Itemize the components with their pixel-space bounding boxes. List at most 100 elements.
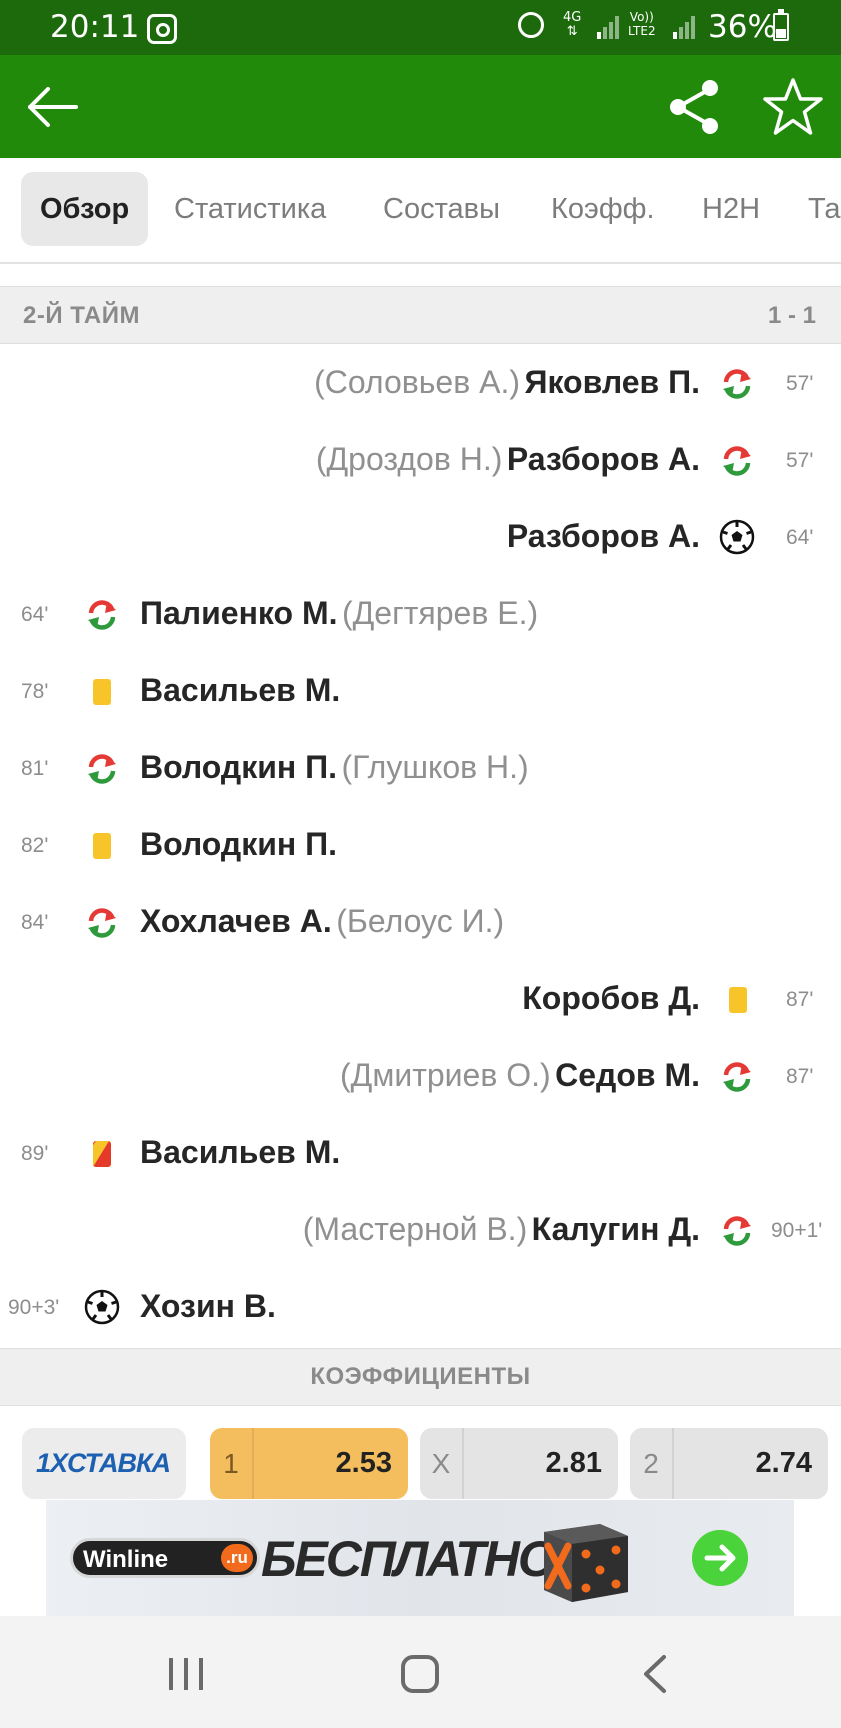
- player-name[interactable]: Володкин П.: [140, 826, 337, 862]
- player-name[interactable]: Хохлачев А.: [140, 903, 332, 939]
- odds-header-label: КОЭФФИЦИЕНТЫ: [310, 1363, 531, 1390]
- player-name[interactable]: Хозин В.: [140, 1288, 276, 1324]
- winline-brand: Winline: [83, 1546, 169, 1573]
- event-row[interactable]: 81' Володкин П. (Глушков Н.): [0, 731, 841, 808]
- event-row[interactable]: 89' Васильев М.: [0, 1116, 841, 1193]
- odds-label: X: [420, 1428, 464, 1499]
- player-name[interactable]: Седов М.: [555, 1057, 700, 1093]
- event-minute: 57': [786, 449, 814, 472]
- event-text: Разборов А.: [507, 518, 700, 555]
- player-name[interactable]: Разборов А.: [507, 518, 700, 554]
- event-row[interactable]: 64' Палиенко М. (Дегтярев Е.): [0, 577, 841, 654]
- status-bar: 20:11 4G ⇅ Vo)) LTE2 36%: [0, 0, 841, 55]
- event-row[interactable]: 87' (Дмитриев О.) Седов М.: [0, 1039, 841, 1116]
- volte-indicator: Vo)) LTE2: [628, 10, 656, 38]
- event-row[interactable]: 90+3' Хозин В.: [0, 1270, 841, 1347]
- substitution-icon: [720, 1214, 754, 1253]
- event-minute: 87': [786, 1065, 814, 1088]
- player-name[interactable]: Володкин П.: [140, 749, 337, 785]
- event-minute: 78': [21, 680, 49, 703]
- replaced-player-name[interactable]: (Соловьев А.): [314, 364, 520, 400]
- event-minute: 81': [21, 757, 49, 780]
- winline-logo: Winline .ru: [70, 1538, 260, 1578]
- odds-label: 1: [210, 1428, 254, 1499]
- event-text: Васильев М.: [140, 672, 340, 709]
- winline-suffix: .ru: [221, 1544, 253, 1572]
- odds-header: КОЭФФИЦИЕНТЫ: [0, 1348, 841, 1406]
- back-arrow-icon[interactable]: [22, 77, 82, 137]
- substitution-icon: [720, 1060, 754, 1099]
- event-row[interactable]: 87' Коробов Д.: [0, 962, 841, 1039]
- event-row[interactable]: 57' (Дроздов Н.) Разборов А.: [0, 423, 841, 500]
- odds-label: 2: [630, 1428, 674, 1499]
- yellow-card-icon: [728, 986, 748, 1019]
- back-nav-icon[interactable]: [640, 1654, 670, 1694]
- network-type-label: 4G: [563, 10, 582, 25]
- tab-odds[interactable]: Коэфф.: [551, 172, 655, 246]
- half-score: 1 - 1: [767, 302, 816, 329]
- goal-ball-icon: [84, 1289, 120, 1330]
- player-name[interactable]: Разборов А.: [507, 441, 700, 477]
- odds-value: 2.53: [335, 1447, 392, 1479]
- event-text: Васильев М.: [140, 1134, 340, 1171]
- event-minute: 89': [21, 1142, 49, 1165]
- goal-ball-icon: [719, 519, 755, 560]
- odds-value: 2.74: [755, 1447, 812, 1479]
- player-name[interactable]: Палиенко М.: [140, 595, 338, 631]
- ad-banner[interactable]: Winline .ru БЕСПЛАТНО: [46, 1500, 794, 1616]
- player-name[interactable]: Коробов Д.: [522, 980, 700, 1016]
- substitution-icon: [85, 906, 119, 945]
- odds-home-button[interactable]: 1 2.53: [210, 1428, 408, 1499]
- event-row[interactable]: 82' Володкин П.: [0, 808, 841, 885]
- event-text: Володкин П. (Глушков Н.): [140, 749, 529, 786]
- odds-draw-button[interactable]: X 2.81: [420, 1428, 618, 1499]
- replaced-player-name[interactable]: (Дегтярев Е.): [342, 595, 538, 631]
- tab-statistics[interactable]: Статистика: [174, 172, 326, 246]
- event-minute: 90+1': [771, 1219, 823, 1242]
- system-nav-bar: [0, 1616, 841, 1728]
- tab-table[interactable]: Та: [808, 172, 841, 246]
- dice-icon: [544, 1524, 628, 1602]
- player-name[interactable]: Васильев М.: [140, 672, 340, 708]
- tab-lineups[interactable]: Составы: [383, 172, 500, 246]
- lte-label: LTE2: [628, 24, 656, 38]
- event-minute: 82': [21, 834, 49, 857]
- event-text: (Дмитриев О.) Седов М.: [340, 1057, 700, 1094]
- player-name[interactable]: Калугин Д.: [532, 1211, 700, 1247]
- event-row[interactable]: 84' Хохлачев А. (Белоус И.): [0, 885, 841, 962]
- alarm-icon: [518, 12, 544, 38]
- event-minute: 84': [21, 911, 49, 934]
- replaced-player-name[interactable]: (Белоус И.): [336, 903, 504, 939]
- bookmaker-logo: 1XСТАВКА: [36, 1448, 171, 1478]
- tab-h2h[interactable]: H2H: [702, 172, 760, 246]
- event-row[interactable]: 64' Разборов А.: [0, 500, 841, 577]
- replaced-player-name[interactable]: (Глушков Н.): [341, 749, 528, 785]
- instagram-notification-icon: [147, 14, 177, 44]
- replaced-player-name[interactable]: (Мастерной В.): [303, 1211, 527, 1247]
- share-icon[interactable]: [664, 75, 724, 139]
- player-name[interactable]: Яковлев П.: [524, 364, 700, 400]
- replaced-player-name[interactable]: (Дроздов Н.): [316, 441, 503, 477]
- banner-text: БЕСПЛАТНО: [261, 1531, 557, 1587]
- event-row[interactable]: 57' (Соловьев А.) Яковлев П.: [0, 346, 841, 423]
- half-header: 2-Й ТАЙМ 1 - 1: [0, 286, 841, 344]
- tab-overview[interactable]: Обзор: [21, 172, 149, 246]
- volte-label: Vo)): [629, 10, 654, 24]
- odds-away-button[interactable]: 2 2.74: [630, 1428, 828, 1499]
- event-row[interactable]: 90+1' (Мастерной В.) Калугин Д.: [0, 1193, 841, 1270]
- arrow-right-icon[interactable]: [692, 1530, 748, 1586]
- battery-icon: [773, 9, 789, 41]
- home-icon[interactable]: [400, 1654, 440, 1694]
- event-row[interactable]: 78' Васильев М.: [0, 654, 841, 731]
- yellow-card-icon: [92, 678, 112, 711]
- recent-apps-icon[interactable]: [166, 1656, 206, 1692]
- odds-value: 2.81: [545, 1447, 602, 1479]
- substitution-icon: [720, 367, 754, 406]
- player-name[interactable]: Васильев М.: [140, 1134, 340, 1170]
- event-text: Володкин П.: [140, 826, 337, 863]
- network-type: 4G ⇅: [563, 10, 582, 39]
- half-title: 2-Й ТАЙМ: [23, 302, 140, 329]
- favorite-star-icon[interactable]: [761, 75, 825, 139]
- replaced-player-name[interactable]: (Дмитриев О.): [340, 1057, 551, 1093]
- bookmaker-button[interactable]: 1XСТАВКА: [22, 1428, 186, 1499]
